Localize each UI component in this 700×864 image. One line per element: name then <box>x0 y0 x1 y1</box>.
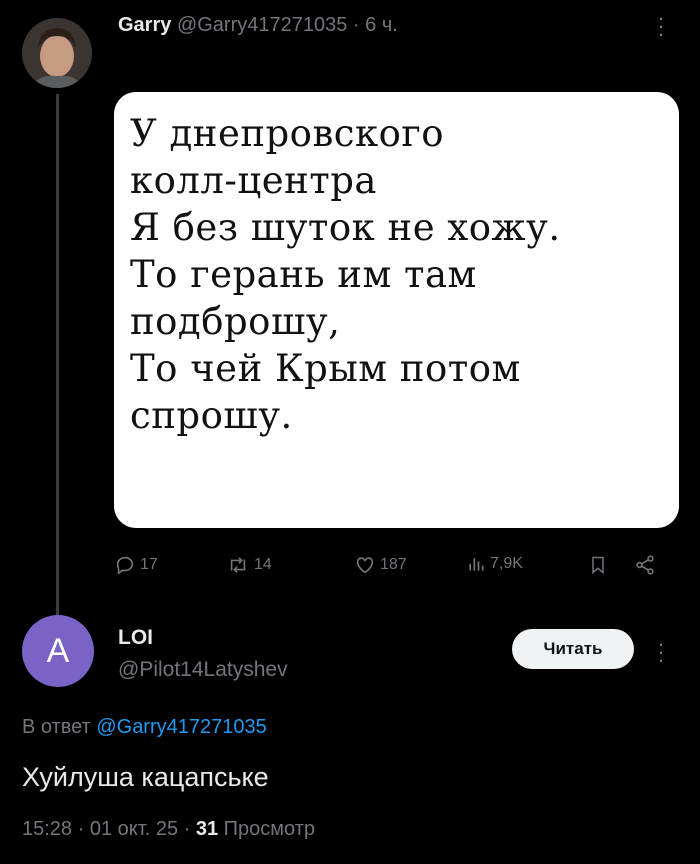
post-header: Garry @Garry417271035 · 6 ч. <box>118 14 398 37</box>
repost-count: 14 <box>254 556 272 573</box>
reply-views-count: 31 <box>195 818 219 840</box>
reply-meta: 15:28 · 01 окт. 25 · 31 Просмотр <box>22 818 315 841</box>
reply-button[interactable]: 17 <box>114 554 158 576</box>
like-icon <box>356 557 374 574</box>
avatar-letter: A <box>46 631 70 670</box>
reply-to-prefix: В ответ <box>22 716 91 738</box>
author-name[interactable]: Garry <box>118 14 171 36</box>
avatar-photo <box>22 18 92 88</box>
follow-button[interactable]: Читать <box>512 629 634 669</box>
post-time[interactable]: 6 ч. <box>365 14 398 36</box>
reply-icon <box>116 556 134 575</box>
views-icon <box>469 558 484 571</box>
like-button[interactable]: 187 <box>354 554 407 576</box>
reply-date[interactable]: 01 окт. 25 <box>90 818 178 840</box>
reply-author-name[interactable]: LOI <box>118 626 153 650</box>
reply-views-label: Просмотр <box>223 818 316 840</box>
reply-avatar[interactable]: A <box>22 615 94 687</box>
author-handle[interactable]: @Garry417271035 <box>177 14 347 36</box>
repost-button[interactable]: 14 <box>226 554 272 576</box>
dot-separator: · <box>77 818 85 840</box>
share-button[interactable] <box>634 554 656 576</box>
dot-separator: · <box>183 818 191 840</box>
views-count: 7,9K <box>490 555 523 572</box>
more-icon[interactable]: · · · <box>656 7 666 45</box>
share-icon <box>636 555 654 575</box>
post-image[interactable]: У днепровского колл-центра Я без шуток н… <box>114 92 679 528</box>
reply-count: 17 <box>140 556 158 573</box>
dot-separator: · <box>352 14 360 36</box>
like-count: 187 <box>380 556 407 573</box>
views-button[interactable]: 7,9K <box>466 554 523 574</box>
reply-to-link[interactable]: @Garry417271035 <box>96 716 266 738</box>
reply-author-handle[interactable]: @Pilot14Latyshev <box>118 658 288 682</box>
image-text: У днепровского колл-центра Я без шуток н… <box>130 112 561 437</box>
reply-time[interactable]: 15:28 <box>22 818 72 840</box>
more-icon[interactable]: · · · <box>656 633 666 671</box>
post-actions: 17 14 187 7,9K <box>114 554 674 584</box>
bookmark-icon <box>592 556 604 575</box>
reply-text: Хуйлуша кацапське <box>22 762 269 792</box>
thread-line <box>56 94 59 616</box>
bookmark-button[interactable] <box>588 554 608 576</box>
repost-icon <box>230 557 246 573</box>
author-avatar[interactable] <box>22 18 92 88</box>
reply-to-line: В ответ @Garry417271035 <box>22 716 267 739</box>
